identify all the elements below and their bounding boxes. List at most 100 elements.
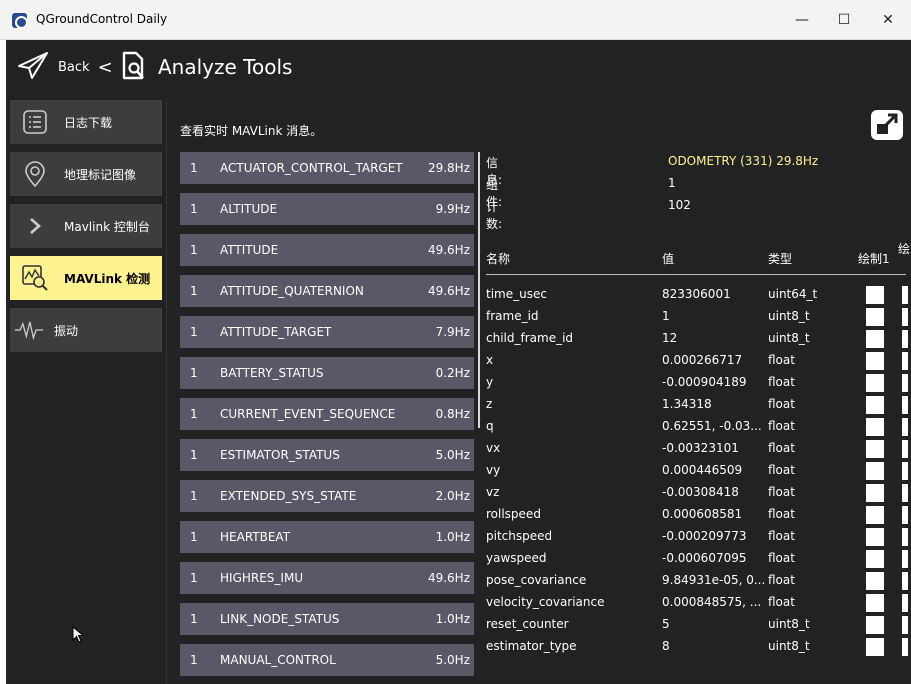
plot1-checkbox[interactable] xyxy=(866,374,884,392)
field-value: 5 xyxy=(662,617,670,631)
field-type: uint8_t xyxy=(768,309,810,323)
sidebar-item-vibration[interactable]: 振动 xyxy=(10,308,162,352)
plot1-checkbox[interactable] xyxy=(866,286,884,304)
message-item[interactable]: 1 BATTERY_STATUS 0.2Hz xyxy=(180,357,474,389)
message-component: 1 xyxy=(190,202,198,216)
field-name: child_frame_id xyxy=(486,331,574,345)
plot2-checkbox[interactable] xyxy=(902,374,908,392)
table-row: velocity_covariance 0.000848575, ... float xyxy=(486,592,911,614)
plot2-checkbox[interactable] xyxy=(902,638,908,656)
message-item[interactable]: 1 ESTIMATOR_STATUS 5.0Hz xyxy=(180,439,474,471)
message-item[interactable]: 1 HIGHRES_IMU 49.6Hz xyxy=(180,562,474,594)
message-item[interactable]: 1 LINK_NODE_STATUS 1.0Hz xyxy=(180,603,474,635)
message-item[interactable]: 1 HEARTBEAT 1.0Hz xyxy=(180,521,474,553)
page-title: Analyze Tools xyxy=(158,55,293,79)
plot2-checkbox[interactable] xyxy=(902,286,908,304)
plot1-checkbox[interactable] xyxy=(866,594,884,612)
message-item[interactable]: 1 ATTITUDE_TARGET 7.9Hz xyxy=(180,316,474,348)
message-rate: 2.0Hz xyxy=(435,489,470,503)
message-name: ACTUATOR_CONTROL_TARGET xyxy=(220,161,403,175)
sidebar-item-log-download[interactable]: 日志下载 xyxy=(10,100,162,144)
maximize-button[interactable]: ☐ xyxy=(826,8,862,32)
message-component: 1 xyxy=(190,448,198,462)
plot2-checkbox[interactable] xyxy=(902,528,908,546)
message-item[interactable]: 1 CURRENT_EVENT_SEQUENCE 0.8Hz xyxy=(180,398,474,430)
plot1-checkbox[interactable] xyxy=(866,616,884,634)
plot1-checkbox[interactable] xyxy=(866,638,884,656)
plot2-checkbox[interactable] xyxy=(902,396,908,414)
plot2-checkbox[interactable] xyxy=(902,594,908,612)
message-name: CURRENT_EVENT_SEQUENCE xyxy=(220,407,396,421)
plot1-checkbox[interactable] xyxy=(866,528,884,546)
message-rate: 49.6Hz xyxy=(427,571,470,585)
plot1-checkbox[interactable] xyxy=(866,308,884,326)
message-component: 1 xyxy=(190,161,198,175)
popout-arrow-icon xyxy=(871,113,903,143)
back-chevron: < xyxy=(97,56,113,78)
plot1-checkbox[interactable] xyxy=(866,440,884,458)
message-rate: 5.0Hz xyxy=(435,448,470,462)
message-rate: 5.0Hz xyxy=(435,653,470,667)
message-rate: 49.6Hz xyxy=(427,243,470,257)
window-titlebar: QGroundControl Daily — ☐ ✕ xyxy=(0,0,911,40)
paper-plane-icon xyxy=(16,51,50,84)
sidebar-item-geotag-images[interactable]: 地理标记图像 xyxy=(10,152,162,196)
message-item[interactable]: 1 ALTITUDE 9.9Hz xyxy=(180,193,474,225)
table-row: q 0.62551, -0.03... float xyxy=(486,416,911,438)
plot2-checkbox[interactable] xyxy=(902,352,908,370)
qgc-app-icon xyxy=(12,13,28,29)
message-item[interactable]: 1 ATTITUDE_QUATERNION 49.6Hz xyxy=(180,275,474,307)
message-item[interactable]: 1 EXTENDED_SYS_STATE 2.0Hz xyxy=(180,480,474,512)
plot1-checkbox[interactable] xyxy=(866,462,884,480)
plot2-checkbox[interactable] xyxy=(902,550,908,568)
message-item[interactable]: 1 ATTITUDE 49.6Hz xyxy=(180,234,474,266)
plot2-checkbox[interactable] xyxy=(902,462,908,480)
back-button[interactable]: Back < xyxy=(16,51,147,84)
plot1-checkbox[interactable] xyxy=(866,352,884,370)
minimize-button[interactable]: — xyxy=(784,8,820,32)
info-value: ODOMETRY (331) 29.8Hz xyxy=(668,154,819,168)
message-item[interactable]: 1 MANUAL_CONTROL 5.0Hz xyxy=(180,644,474,676)
field-type: float xyxy=(768,463,795,477)
message-name: HIGHRES_IMU xyxy=(220,571,304,585)
field-value: 0.000266717 xyxy=(662,353,743,367)
sidebar-item-mavlink-inspector[interactable]: MAVLink 检测 xyxy=(10,256,162,300)
sidebar-item-label: 地理标记图像 xyxy=(64,167,137,182)
field-name: vz xyxy=(486,485,500,499)
plot1-checkbox[interactable] xyxy=(866,550,884,568)
plot1-checkbox[interactable] xyxy=(866,572,884,590)
plot1-checkbox[interactable] xyxy=(866,506,884,524)
table-row: rollspeed 0.000608581 float xyxy=(486,504,911,526)
popout-window-button[interactable] xyxy=(871,110,903,140)
message-component: 1 xyxy=(190,407,198,421)
plot1-checkbox[interactable] xyxy=(866,330,884,348)
plot2-checkbox[interactable] xyxy=(902,506,908,524)
table-row: x 0.000266717 float xyxy=(486,350,911,372)
plot2-checkbox[interactable] xyxy=(902,572,908,590)
plot2-checkbox[interactable] xyxy=(902,330,908,348)
sidebar-item-mavlink-console[interactable]: Mavlink 控制台 xyxy=(10,204,162,248)
field-value: 0.000446509 xyxy=(662,463,743,477)
field-type: float xyxy=(768,375,795,389)
plot1-checkbox[interactable] xyxy=(866,396,884,414)
column-header-plot2: 绘 xyxy=(898,242,911,256)
message-name: ATTITUDE_QUATERNION xyxy=(220,284,364,298)
table-row: vy 0.000446509 float xyxy=(486,460,911,482)
message-name: ATTITUDE xyxy=(220,243,279,257)
sidebar-item-label: 振动 xyxy=(54,323,79,338)
field-type: float xyxy=(768,529,795,543)
message-item[interactable]: 1 ACTUATOR_CONTROL_TARGET 29.8Hz xyxy=(180,152,474,184)
plot1-checkbox[interactable] xyxy=(866,484,884,502)
close-button[interactable]: ✕ xyxy=(870,8,906,32)
message-name: EXTENDED_SYS_STATE xyxy=(220,489,357,503)
plot2-checkbox[interactable] xyxy=(902,308,908,326)
plot2-checkbox[interactable] xyxy=(902,418,908,436)
plot1-checkbox[interactable] xyxy=(866,418,884,436)
column-header-value: 值 xyxy=(662,252,675,266)
plot2-checkbox[interactable] xyxy=(902,484,908,502)
plot2-checkbox[interactable] xyxy=(902,616,908,634)
message-name: ATTITUDE_TARGET xyxy=(220,325,332,339)
message-list-scrollbar[interactable] xyxy=(478,152,480,428)
field-name: vx xyxy=(486,441,501,455)
plot2-checkbox[interactable] xyxy=(902,440,908,458)
